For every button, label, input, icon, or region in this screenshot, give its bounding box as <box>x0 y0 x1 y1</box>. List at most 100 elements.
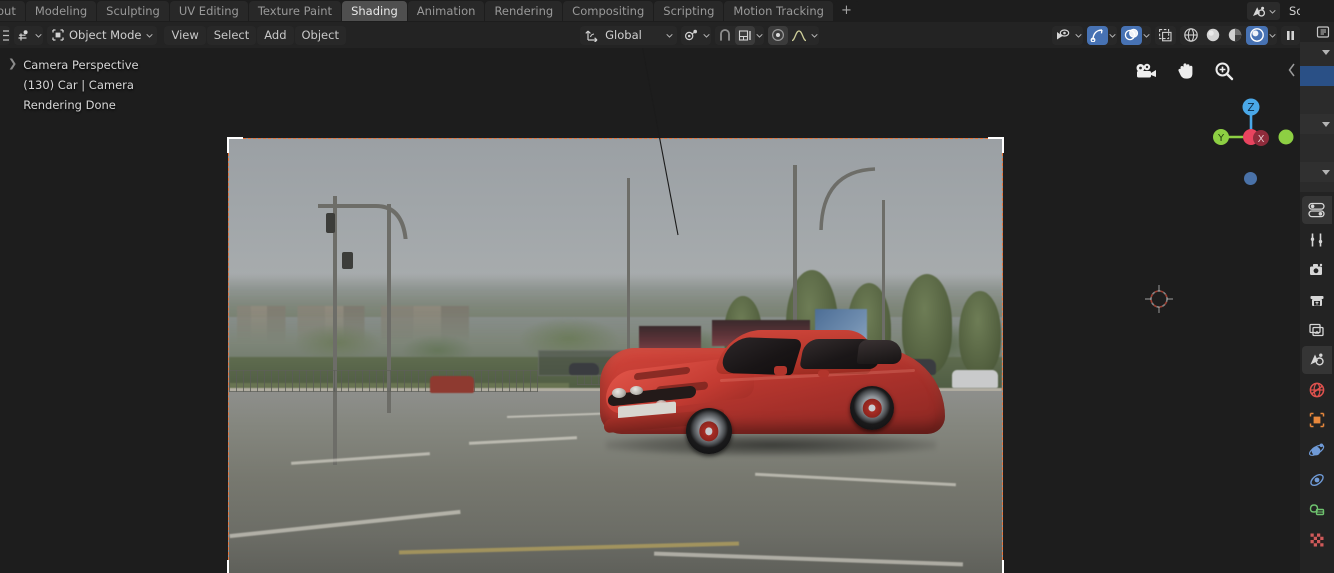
pivot-point-dropdown[interactable] <box>680 25 711 45</box>
viewport-shading-modes[interactable] <box>1180 25 1277 45</box>
world-properties-tab[interactable] <box>1302 376 1332 404</box>
scene-properties-tab[interactable] <box>1302 346 1332 374</box>
select-menu[interactable]: Select <box>206 25 257 45</box>
blender-window: out Modeling Sculpting UV Editing Texture Pa… <box>0 0 1334 573</box>
outliner-row-5[interactable] <box>1300 138 1334 158</box>
workspace-tab-rendering[interactable]: Rendering <box>485 1 563 21</box>
outliner[interactable] <box>1300 22 1334 192</box>
xray-toggle-icon[interactable] <box>1155 25 1176 45</box>
add-workspace-button[interactable]: + <box>833 1 859 21</box>
render-properties-tab[interactable] <box>1302 256 1332 284</box>
texture-properties-tab[interactable] <box>1302 526 1332 554</box>
workspace-tab-motion-tracking[interactable]: Motion Tracking <box>724 1 833 21</box>
transform-orientation-caret-icon[interactable] <box>665 26 674 45</box>
viewport-info-line-2: (130) Car | Camera <box>23 78 134 92</box>
workspace-tab-layout[interactable]: out <box>0 1 25 21</box>
object-visibility-dropdown[interactable] <box>1052 25 1083 45</box>
overlays-caret-icon[interactable] <box>1142 26 1151 45</box>
object-menu[interactable]: Object <box>294 25 346 45</box>
gizmo-axis-neg-y[interactable] <box>1278 129 1294 145</box>
perspective-toggle-dot[interactable] <box>1244 172 1257 185</box>
properties-settings-icon[interactable] <box>1302 196 1332 224</box>
shading-wireframe-icon[interactable] <box>1180 25 1202 45</box>
gizmo-group[interactable] <box>1087 25 1117 45</box>
workspace-tab-modeling[interactable]: Modeling <box>25 1 97 21</box>
camera-corner-marker <box>227 137 243 153</box>
move-view-hand-icon[interactable] <box>1176 60 1196 81</box>
camera-render-border[interactable] <box>227 137 1004 573</box>
snap-magnet-icon[interactable] <box>714 25 735 45</box>
navigation-axis-gizmo[interactable]: Z Y X <box>1208 94 1294 180</box>
disclosure-triangle-icon[interactable] <box>1322 121 1330 127</box>
viewport-info-line-1: Camera Perspective <box>23 58 139 72</box>
transform-orientation-dropdown[interactable]: Global <box>580 25 677 45</box>
outliner-row-2[interactable] <box>1300 66 1334 86</box>
mode-icon-caret-icon[interactable] <box>34 26 43 45</box>
gizmo-z-label: Z <box>1247 102 1254 114</box>
output-properties-tab[interactable] <box>1302 286 1332 314</box>
interaction-mode-caret-icon[interactable] <box>145 26 154 45</box>
shading-rendered-icon[interactable] <box>1246 25 1268 45</box>
add-menu[interactable]: Add <box>257 25 294 45</box>
visibility-caret-icon[interactable] <box>1074 26 1083 45</box>
workspace-tab-shading[interactable]: Shading <box>342 1 407 21</box>
proportional-editing-group[interactable] <box>767 25 819 45</box>
outliner-row-6[interactable] <box>1300 162 1334 182</box>
zoom-view-icon[interactable] <box>1214 61 1234 81</box>
traffic-light-head <box>341 252 353 270</box>
topbar: out Modeling Sculpting UV Editing Texture Pa… <box>0 0 1334 22</box>
shading-solid-icon[interactable] <box>1202 25 1224 45</box>
rendered-car-object[interactable] <box>600 330 946 460</box>
pivot-point-icon[interactable] <box>680 25 702 45</box>
modifier-properties-tab[interactable] <box>1302 436 1332 464</box>
tool-properties-tab[interactable] <box>1302 226 1332 254</box>
gizmo-caret-icon[interactable] <box>1108 26 1117 45</box>
shading-material-icon[interactable] <box>1224 25 1246 45</box>
editor-type-selector[interactable] <box>0 25 10 45</box>
view-menu[interactable]: View <box>164 25 206 45</box>
workspace-tab-animation[interactable]: Animation <box>407 1 485 21</box>
gizmo-x-label: X <box>1258 134 1265 145</box>
outliner-row-1[interactable] <box>1300 42 1334 62</box>
3d-viewport[interactable]: ❯ Camera Perspective (130) Car | Camera Re… <box>0 48 1300 573</box>
editor-mode-icon-group[interactable] <box>14 25 43 45</box>
interaction-mode-dropdown[interactable]: Object Mode <box>47 25 158 45</box>
overlays-icon[interactable] <box>1121 25 1142 45</box>
scene-browse-button[interactable] <box>1246 2 1280 20</box>
snapping-group[interactable] <box>714 25 764 45</box>
proportional-editing-icon[interactable] <box>767 25 788 45</box>
pause-render-icon[interactable] <box>1281 25 1300 45</box>
outliner-row-4[interactable] <box>1300 114 1334 134</box>
viewport-nav-icons <box>1134 60 1234 81</box>
outliner-filter-icon[interactable] <box>1316 25 1331 39</box>
object-visibility-icon[interactable] <box>1052 25 1074 45</box>
workspace-tab-sculpting[interactable]: Sculpting <box>97 1 169 21</box>
camera-view-icon[interactable] <box>1134 61 1158 81</box>
workspace-tab-texture-paint[interactable]: Texture Paint <box>248 1 342 21</box>
proportional-caret-icon[interactable] <box>810 26 819 45</box>
disclosure-triangle-icon[interactable] <box>1322 169 1330 175</box>
workspace-tab-uv-editing[interactable]: UV Editing <box>169 1 248 21</box>
overlays-group[interactable] <box>1121 25 1151 45</box>
falloff-curve-icon[interactable] <box>787 25 810 45</box>
expand-arrow-icon[interactable]: ❯ <box>8 55 17 72</box>
object-type-filter-icon[interactable] <box>14 25 34 45</box>
constraint-properties-tab[interactable] <box>1302 496 1332 524</box>
view-layer-properties-tab[interactable] <box>1302 316 1332 344</box>
snapping-caret-icon[interactable] <box>755 26 764 45</box>
object-properties-tab[interactable] <box>1302 406 1332 434</box>
shading-caret-icon[interactable] <box>1268 26 1277 45</box>
object-mode-icon <box>51 28 65 42</box>
outliner-row-3[interactable] <box>1300 90 1334 110</box>
pause-render-button[interactable] <box>1281 25 1300 45</box>
workspace-tab-compositing[interactable]: Compositing <box>563 1 654 21</box>
disclosure-triangle-icon[interactable] <box>1322 49 1330 55</box>
gizmo-icon[interactable] <box>1087 25 1108 45</box>
sidebar-collapse-arrow-icon[interactable] <box>1286 60 1298 80</box>
snap-increment-icon[interactable] <box>734 25 755 45</box>
workspace-tab-scripting[interactable]: Scripting <box>654 1 724 21</box>
pivot-point-caret-icon[interactable] <box>702 26 711 45</box>
xray-toggle[interactable] <box>1155 25 1176 45</box>
particle-properties-tab[interactable] <box>1302 466 1332 494</box>
rear-window <box>856 340 904 365</box>
